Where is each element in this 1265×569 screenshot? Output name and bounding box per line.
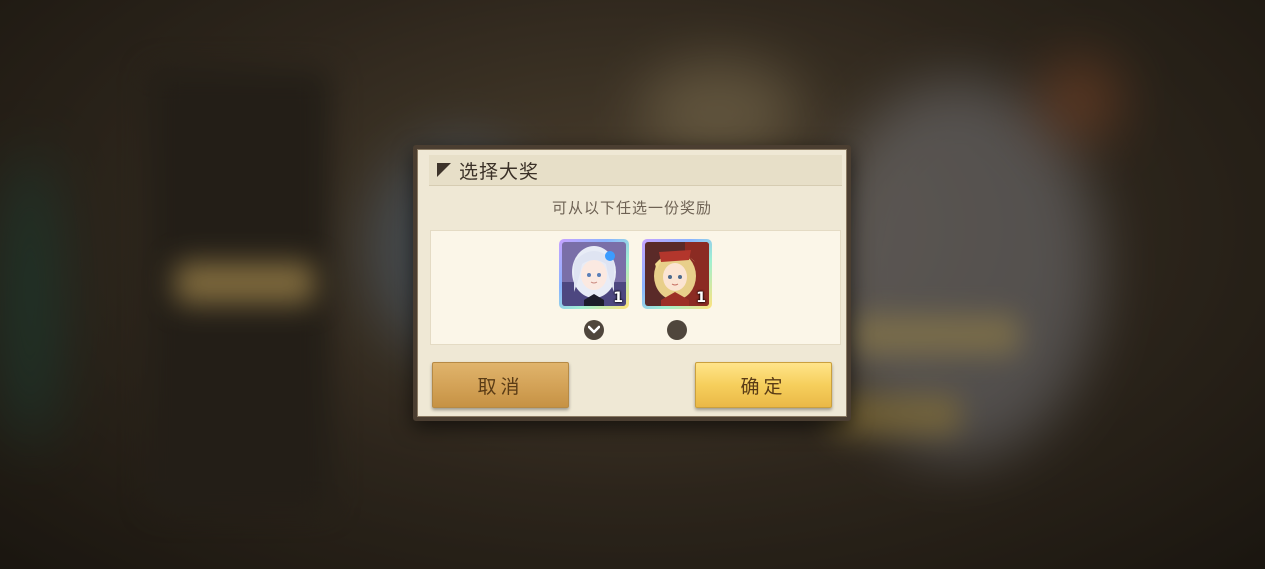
reward-item-blonde-character[interactable]: 1 (642, 239, 712, 309)
reward-list: 1 1 (430, 230, 841, 345)
check-icon (588, 325, 600, 334)
confirm-button[interactable]: 确定 (695, 362, 832, 408)
dialog-title-bar: 选择大奖 (429, 155, 842, 186)
dialog-subtitle: 可从以下任选一份奖励 (551, 199, 712, 217)
reward-count: 1 (696, 290, 706, 306)
reward-radio-selected[interactable] (584, 320, 604, 340)
title-corner-icon (437, 163, 451, 177)
cancel-button[interactable]: 取消 (432, 362, 569, 408)
silver-haired-character-portrait: 1 (562, 242, 626, 306)
reward-item-silver-haired-character[interactable]: 1 (559, 239, 629, 309)
blonde-character-portrait: 1 (645, 242, 709, 306)
select-grand-prize-dialog: 选择大奖 可从以下任选一份奖励 1 1 取消 确定 (413, 145, 851, 421)
reward-radio-unselected[interactable] (667, 320, 687, 340)
reward-count: 1 (613, 290, 623, 306)
dialog-title: 选择大奖 (459, 160, 540, 183)
